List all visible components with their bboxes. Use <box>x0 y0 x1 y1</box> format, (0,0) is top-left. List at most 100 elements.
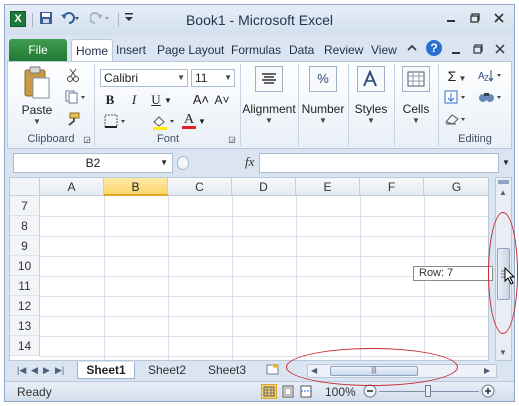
tab-data[interactable]: Data <box>289 43 314 57</box>
row-header[interactable]: 14 <box>10 336 40 356</box>
name-box[interactable]: B2 ▼ <box>13 153 173 173</box>
minimize-ribbon-icon[interactable] <box>407 42 417 56</box>
sort-filter-icon[interactable]: AZ <box>476 68 506 85</box>
expand-formula-bar-icon[interactable]: ▼ <box>500 153 512 173</box>
tab-page-layout[interactable]: Page Layout <box>157 43 224 57</box>
styles-button[interactable]: Styles ▼ <box>350 66 392 125</box>
help-icon[interactable]: ? <box>425 39 443 60</box>
next-sheet-icon[interactable]: ▶ <box>43 365 50 376</box>
tab-view[interactable]: View <box>371 43 397 57</box>
scroll-up-icon[interactable]: ▲ <box>499 188 507 197</box>
tab-insert[interactable]: Insert <box>116 43 146 57</box>
tab-review[interactable]: Review <box>324 43 363 57</box>
insert-function-button[interactable]: fx <box>245 154 254 170</box>
cells-icon <box>402 66 430 92</box>
chevron-down-icon: ▼ <box>319 116 327 125</box>
column-header[interactable]: D <box>232 178 296 196</box>
group-separator <box>348 64 349 146</box>
column-header[interactable]: G <box>424 178 488 196</box>
zoom-level[interactable]: 100% <box>325 385 356 399</box>
paste-button[interactable]: Paste ▼ <box>14 66 60 126</box>
find-select-icon[interactable] <box>476 90 506 107</box>
autosum-button[interactable]: Σ ▼ <box>442 68 472 84</box>
gridline <box>104 196 105 360</box>
column-header[interactable]: E <box>296 178 360 196</box>
zoom-in-icon[interactable] <box>481 384 495 401</box>
window-title: Book1 - Microsoft Excel <box>185 12 334 28</box>
chevron-down-icon[interactable]: ▼ <box>164 96 172 105</box>
gridline <box>40 256 488 257</box>
zoom-slider-thumb[interactable] <box>425 385 431 397</box>
cut-icon[interactable] <box>62 68 84 85</box>
grow-font-button[interactable]: A˄ <box>192 92 210 107</box>
fill-down-icon[interactable] <box>442 90 472 107</box>
column-header[interactable]: A <box>40 178 104 196</box>
row-header[interactable]: 9 <box>10 236 40 256</box>
chevron-down-icon: ▼ <box>160 158 168 167</box>
dialog-launcher-icon[interactable]: ◲ <box>228 135 236 144</box>
formula-bar: B2 ▼ fx ▼ <box>9 151 512 175</box>
italic-button[interactable]: I <box>126 92 142 108</box>
cells-button[interactable]: Cells ▼ <box>396 66 436 125</box>
row-header[interactable]: 7 <box>10 196 40 216</box>
fill-color-icon[interactable] <box>150 114 178 133</box>
sheet-tab-active[interactable]: Sheet1 <box>77 362 135 379</box>
page-break-view-icon[interactable] <box>299 385 313 401</box>
row-header[interactable]: 13 <box>10 316 40 336</box>
font-name-combo[interactable]: Calibri ▼ <box>100 69 188 87</box>
clear-icon[interactable] <box>442 112 472 129</box>
normal-view-icon[interactable] <box>261 384 277 399</box>
tab-file[interactable]: File <box>9 39 67 61</box>
workbook-minimize-icon[interactable] <box>451 44 461 58</box>
font-name-value: Calibri <box>104 71 139 85</box>
scroll-down-icon[interactable]: ▼ <box>499 348 507 357</box>
tab-home[interactable]: Home <box>71 39 114 62</box>
last-sheet-icon[interactable]: ▶| <box>55 365 64 376</box>
sheet-tab[interactable]: Sheet2 <box>139 362 195 379</box>
format-painter-icon[interactable] <box>62 112 84 129</box>
chevron-down-icon[interactable]: ▼ <box>198 117 206 126</box>
dialog-launcher-icon[interactable]: ◲ <box>83 135 91 144</box>
zoom-out-icon[interactable] <box>363 384 377 401</box>
excel-window: X Book1 - Microsoft Excel File Home Inse… <box>4 4 516 402</box>
workbook-close-icon[interactable] <box>495 43 505 57</box>
column-header-selected[interactable]: B <box>104 178 168 196</box>
sigma-icon: Σ <box>447 68 457 84</box>
workbook-restore-icon[interactable] <box>473 43 483 57</box>
first-sheet-icon[interactable]: |◀ <box>17 365 26 376</box>
formula-bar-resize-handle[interactable] <box>177 156 189 170</box>
insert-sheet-icon[interactable] <box>263 362 283 379</box>
column-header[interactable]: F <box>360 178 424 196</box>
gridline <box>40 296 488 297</box>
formula-input[interactable] <box>259 153 499 173</box>
row-header[interactable]: 10 <box>10 256 40 276</box>
bold-button[interactable]: B <box>102 92 118 108</box>
split-box[interactable] <box>498 180 509 184</box>
minimize-icon[interactable] <box>441 11 461 27</box>
restore-icon[interactable] <box>465 11 485 27</box>
select-all-corner[interactable] <box>10 178 40 196</box>
shrink-font-button[interactable]: A˅ <box>214 93 230 107</box>
chevron-down-icon: ▼ <box>367 116 375 125</box>
row-header[interactable]: 11 <box>10 276 40 296</box>
column-header[interactable]: C <box>168 178 232 196</box>
chevron-down-icon: ▼ <box>177 73 185 82</box>
tab-formulas[interactable]: Formulas <box>231 43 281 57</box>
row-header[interactable]: 12 <box>10 296 40 316</box>
row-header[interactable]: 8 <box>10 216 40 236</box>
chevron-down-icon: ▼ <box>33 117 41 126</box>
font-color-button[interactable]: A <box>180 112 198 129</box>
number-button[interactable]: % Number ▼ <box>300 66 346 125</box>
close-icon[interactable] <box>489 11 509 27</box>
sheet-tab[interactable]: Sheet3 <box>199 362 255 379</box>
font-size-combo[interactable]: 11 ▼ <box>191 69 235 87</box>
alignment-button[interactable]: Alignment ▼ <box>242 66 296 125</box>
page-layout-view-icon[interactable] <box>281 385 295 401</box>
borders-icon[interactable] <box>102 114 130 131</box>
annotation-ellipse-horizontal-scroll <box>286 348 458 386</box>
underline-button[interactable]: U <box>148 92 164 108</box>
prev-sheet-icon[interactable]: ◀ <box>31 365 38 376</box>
scroll-right-icon[interactable]: ▶ <box>484 366 490 375</box>
svg-text:Z: Z <box>484 74 489 82</box>
copy-icon[interactable] <box>62 90 90 107</box>
